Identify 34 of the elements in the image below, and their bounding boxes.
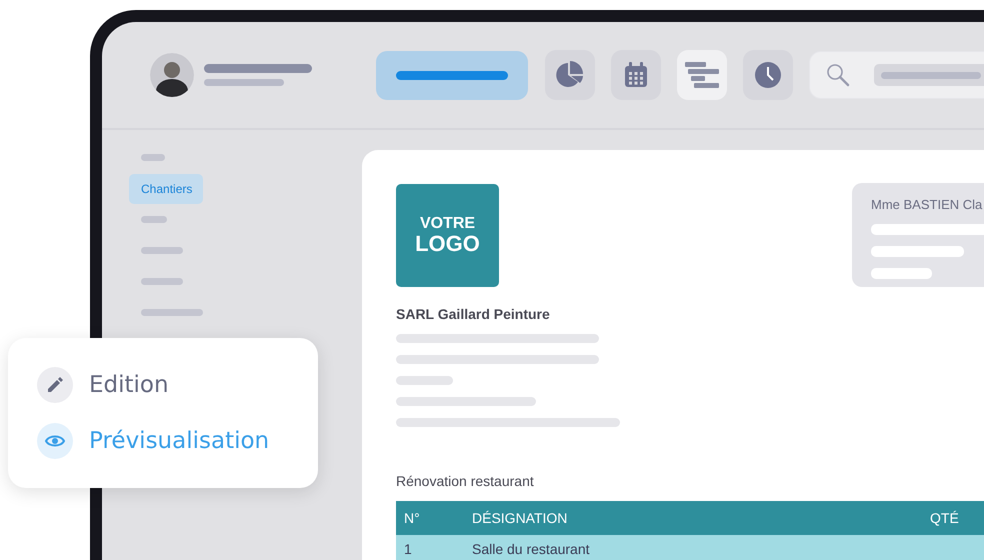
client-name: Mme BASTIEN Cla — [871, 197, 984, 212]
logo-text: LOGO — [415, 232, 480, 256]
placeholder-line — [141, 247, 183, 254]
nav-button[interactable] — [677, 50, 727, 100]
gantt-chart-icon — [685, 62, 719, 88]
project-title: Rénovation restaurant — [396, 473, 535, 489]
nav-button[interactable] — [743, 50, 793, 100]
table-cell: 1 — [396, 535, 464, 560]
placeholder-line — [141, 154, 165, 161]
primary-button[interactable] — [376, 50, 528, 100]
nav-button[interactable] — [611, 50, 661, 100]
nav-button[interactable] — [545, 50, 595, 100]
logo-text: VOTRE — [420, 216, 476, 232]
column-header: DÉSIGNATION — [464, 501, 922, 535]
table-cell: Salle du restaurant — [464, 535, 922, 560]
mode-option[interactable]: Edition — [37, 367, 318, 403]
sidebar-item[interactable]: Chantiers — [129, 174, 204, 204]
column-header: N° — [396, 501, 464, 535]
placeholder-line — [141, 309, 203, 316]
placeholder-line — [871, 268, 932, 279]
eye-icon — [45, 434, 65, 448]
clock-icon — [754, 61, 782, 89]
mode-option[interactable]: Prévisualisation — [37, 423, 318, 459]
calendar-icon — [624, 62, 648, 88]
search-field[interactable] — [809, 51, 984, 99]
company-name: SARL Gaillard Peinture — [396, 306, 551, 322]
placeholder-line — [396, 376, 453, 385]
avatar — [150, 53, 194, 97]
placeholder-line — [141, 216, 167, 223]
search-icon — [826, 63, 850, 87]
pie-chart-icon — [555, 60, 585, 90]
placeholder-line — [141, 278, 183, 285]
column-header: QTÉ — [922, 501, 984, 535]
pencil-icon — [46, 376, 64, 394]
